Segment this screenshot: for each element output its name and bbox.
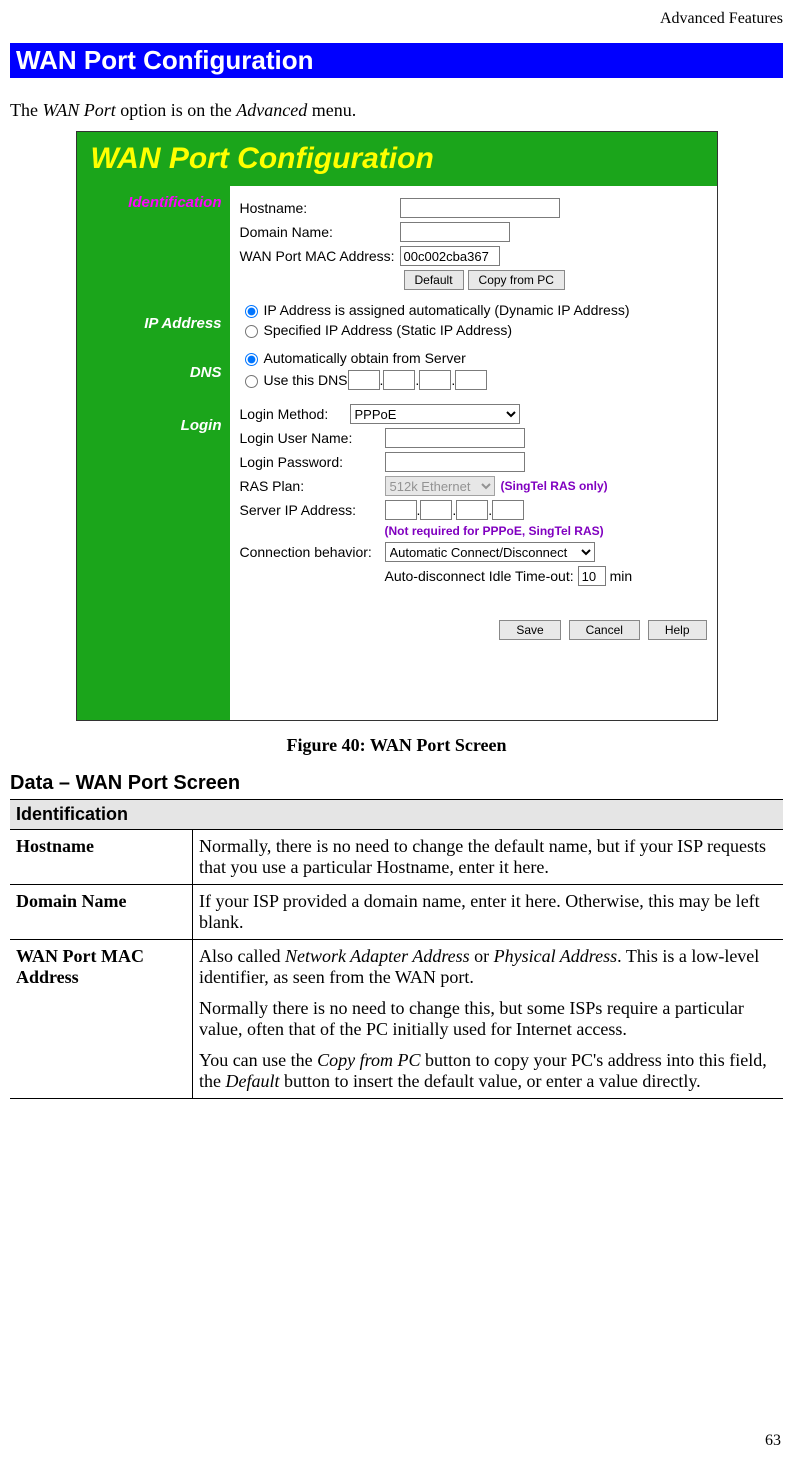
domain-label: Domain Name:	[240, 224, 400, 240]
domain-input[interactable]	[400, 222, 510, 242]
intro-mid: option is on the	[116, 100, 237, 120]
screenshot-sidebar: Identification IP Address DNS Login	[77, 186, 230, 720]
login-user-label: Login User Name:	[240, 430, 385, 446]
mac-p2: Normally there is no need to change this…	[199, 998, 777, 1040]
help-button[interactable]: Help	[648, 620, 707, 640]
row-key-hostname: Hostname	[10, 830, 193, 885]
table-row: Hostname Normally, there is no need to c…	[10, 830, 783, 885]
side-login: Login	[77, 417, 222, 434]
server-note: (Not required for PPPoE, SingTel RAS)	[385, 524, 604, 538]
ip-static-radio[interactable]	[245, 325, 258, 338]
login-user-input[interactable]	[385, 428, 525, 448]
save-button[interactable]: Save	[499, 620, 560, 640]
srv-oct2[interactable]	[420, 500, 452, 520]
dns-auto-radio[interactable]	[245, 353, 258, 366]
dns-manual-radio[interactable]	[245, 375, 258, 388]
mac-p3c: button to insert the default value, or e…	[280, 1071, 701, 1091]
ras-select: 512k Ethernet	[385, 476, 495, 496]
row-key-domain: Domain Name	[10, 885, 193, 940]
mac-p1em1: Network Adapter Address	[285, 946, 470, 966]
row-val-mac: Also called Network Adapter Address or P…	[193, 940, 784, 1099]
login-pass-input[interactable]	[385, 452, 525, 472]
intro-post: menu.	[307, 100, 356, 120]
page-number: 63	[765, 1432, 781, 1450]
srv-oct4[interactable]	[492, 500, 524, 520]
data-subhead: Data – WAN Port Screen	[10, 772, 783, 795]
idle-input[interactable]	[578, 566, 606, 586]
mac-p3em1: Copy from PC	[317, 1050, 420, 1070]
hostname-label: Hostname:	[240, 200, 400, 216]
intro-pre: The	[10, 100, 42, 120]
mac-p1b: or	[470, 946, 494, 966]
conn-behavior-label: Connection behavior:	[240, 544, 385, 560]
screenshot-figure: WAN Port Configuration Identification IP…	[76, 131, 718, 721]
row-key-mac: WAN Port MAC Address	[10, 940, 193, 1099]
srv-oct3[interactable]	[456, 500, 488, 520]
side-identification: Identification	[77, 194, 222, 211]
table-row: Domain Name If your ISP provided a domai…	[10, 885, 783, 940]
copy-from-pc-button[interactable]: Copy from PC	[468, 270, 565, 290]
dns-oct3[interactable]	[419, 370, 451, 390]
intro-em1: WAN Port	[42, 100, 115, 120]
ip-dynamic-radio[interactable]	[245, 305, 258, 318]
cancel-button[interactable]: Cancel	[569, 620, 640, 640]
screenshot-title: WAN Port Configuration	[77, 132, 717, 186]
mac-label: WAN Port MAC Address:	[240, 248, 400, 264]
login-method-label: Login Method:	[240, 406, 350, 422]
ip-opt2-label: Specified IP Address (Static IP Address)	[264, 322, 513, 338]
dns-oct2[interactable]	[383, 370, 415, 390]
login-method-select[interactable]: PPPoE	[350, 404, 520, 424]
row-val-hostname: Normally, there is no need to change the…	[193, 830, 784, 885]
side-ipaddress: IP Address	[77, 315, 222, 332]
page-title: WAN Port Configuration	[10, 43, 783, 78]
mac-p3a: You can use the	[199, 1050, 317, 1070]
intro-em2: Advanced	[236, 100, 307, 120]
srv-oct1[interactable]	[385, 500, 417, 520]
intro-text: The WAN Port option is on the Advanced m…	[10, 100, 783, 121]
mac-p1a: Also called	[199, 946, 285, 966]
server-ip-label: Server IP Address:	[240, 502, 385, 518]
table-category: Identification	[10, 800, 783, 830]
dns-oct4[interactable]	[455, 370, 487, 390]
ip-opt1-label: IP Address is assigned automatically (Dy…	[264, 302, 630, 318]
hostname-input[interactable]	[400, 198, 560, 218]
idle-unit: min	[610, 568, 633, 584]
figure-caption: Figure 40: WAN Port Screen	[10, 735, 783, 756]
table-row: WAN Port MAC Address Also called Network…	[10, 940, 783, 1099]
login-pass-label: Login Password:	[240, 454, 385, 470]
dns-oct1[interactable]	[348, 370, 380, 390]
mac-p1em2: Physical Address	[494, 946, 618, 966]
data-table: Identification Hostname Normally, there …	[10, 799, 783, 1099]
default-button[interactable]: Default	[404, 270, 464, 290]
ras-label: RAS Plan:	[240, 478, 385, 494]
dns-opt2-label: Use this DNS	[264, 372, 348, 388]
conn-behavior-select[interactable]: Automatic Connect/Disconnect	[385, 542, 595, 562]
side-dns: DNS	[77, 364, 222, 381]
mac-input[interactable]	[400, 246, 500, 266]
row-val-domain: If your ISP provided a domain name, ente…	[193, 885, 784, 940]
ras-note: (SingTel RAS only)	[501, 479, 608, 493]
dns-opt1-label: Automatically obtain from Server	[264, 350, 466, 366]
mac-p3em2: Default	[226, 1071, 280, 1091]
page-header: Advanced Features	[10, 0, 783, 43]
idle-label: Auto-disconnect Idle Time-out:	[385, 568, 574, 584]
